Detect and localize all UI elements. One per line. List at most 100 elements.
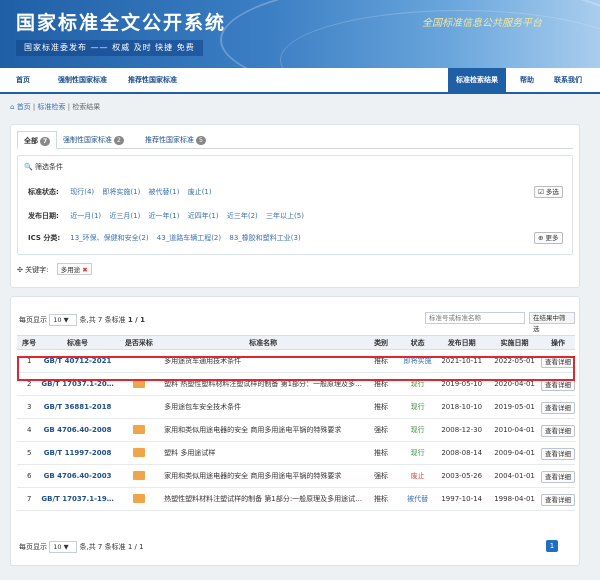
adopted-badge-icon: [132, 447, 145, 457]
page-size-select[interactable]: 10 ▼: [49, 541, 78, 553]
nav-search-results[interactable]: 标准检索结果: [448, 68, 506, 92]
row-index: 1: [17, 349, 42, 373]
view-detail-button[interactable]: 查看详细: [541, 448, 575, 460]
standard-code-link[interactable]: GB/T 17037.1-20…: [41, 380, 113, 388]
standard-code-link[interactable]: GB/T 17037.1-19…: [41, 495, 113, 503]
column-header[interactable]: 实施日期: [488, 335, 541, 350]
view-detail-button[interactable]: 查看详细: [541, 425, 575, 437]
standard-code-link[interactable]: GB 4706.40-2008: [44, 426, 112, 434]
standard-status: 现行: [399, 372, 436, 396]
standard-code-link[interactable]: GB/T 40712-2021: [44, 357, 112, 365]
filter-option[interactable]: 近一年(1): [149, 212, 180, 220]
nav-mandatory[interactable]: 强制性国家标准: [58, 68, 107, 92]
site-subtitle: 国家标准委发布 —— 权威 及时 快捷 免费: [16, 40, 203, 56]
adopted-cell: [113, 418, 165, 442]
standard-code-link[interactable]: GB 4706.40-2003: [44, 472, 112, 480]
column-header[interactable]: 标准号: [41, 335, 114, 350]
chevron-down-icon: ▼: [63, 316, 69, 324]
adopted-badge-icon: [132, 470, 145, 480]
page-size-select[interactable]: 10 ▼: [49, 314, 78, 326]
filter-option[interactable]: 现行(4): [70, 188, 94, 196]
filter-option[interactable]: 近一月(1): [70, 212, 101, 220]
results-panel: 每页显示 10 ▼ 条,共 7 条标准 1 / 1 在结果中筛选 序号 标准号 …: [10, 296, 580, 566]
keyword-label: 关键字:: [25, 266, 49, 274]
standard-status: 即将实施: [399, 349, 436, 373]
column-header[interactable]: 是否采标: [113, 335, 165, 350]
standard-code[interactable]: GB/T 36881-2018: [41, 395, 114, 419]
results-table: 序号 标准号 是否采标 标准名称 类别 状态 发布日期 实施日期 操作 1 GB/…: [17, 335, 575, 511]
view-detail-button[interactable]: 查看详细: [541, 356, 575, 368]
standard-type: 推标: [362, 372, 400, 396]
filter-heading: 🔍 筛选条件: [24, 162, 63, 172]
tab-label: 推荐性国家标准: [145, 136, 194, 144]
table-row: 3 GB/T 36881-2018 多用途包车安全技术条件 推标 现行 2018-10-1…: [17, 395, 575, 419]
view-detail-button[interactable]: 查看详细: [541, 402, 575, 414]
column-header[interactable]: 发布日期: [435, 335, 489, 350]
publish-date: 2021-10-11: [435, 349, 489, 373]
filter-option[interactable]: 即将实施(1): [102, 188, 140, 196]
standard-name: 塑料 热塑性塑料材料注塑试样的制备 第1部分：一般原理及多…: [164, 372, 363, 396]
breadcrumb-search[interactable]: 标准检索: [38, 103, 66, 111]
row-index: 5: [17, 441, 42, 465]
standard-type: 强标: [362, 418, 400, 442]
standard-code[interactable]: GB/T 17037.1-20…: [41, 372, 114, 396]
page-info: 1 / 1: [127, 543, 144, 551]
tab-mandatory[interactable]: 强制性国家标准 2: [57, 131, 130, 149]
standard-code[interactable]: GB/T 17037.1-19…: [41, 487, 114, 511]
column-header[interactable]: 类别: [362, 335, 400, 350]
implement-date: 2009-04-01: [488, 441, 541, 465]
standard-code-link[interactable]: GB/T 36881-2018: [44, 403, 112, 411]
pagination-current-page[interactable]: 1: [546, 540, 558, 552]
row-index: 3: [17, 395, 42, 419]
view-detail-button[interactable]: 查看详细: [541, 494, 575, 506]
keyword-value: 多用途: [60, 266, 81, 274]
implement-date: 2004-01-01: [488, 464, 541, 488]
column-header[interactable]: 标准名称: [164, 335, 363, 350]
column-header[interactable]: 状态: [399, 335, 436, 350]
breadcrumb-home[interactable]: 首页: [17, 103, 31, 111]
standard-code[interactable]: GB/T 40712-2021: [41, 349, 114, 373]
result-summary: 条,共 7 条标准: [79, 543, 126, 551]
nav-recommended[interactable]: 推荐性国家标准: [128, 68, 177, 92]
standard-code[interactable]: GB 4706.40-2008: [41, 418, 114, 442]
view-detail-cell: 查看详细: [541, 464, 575, 488]
filter-option[interactable]: 被代替(1): [149, 188, 180, 196]
filter-option[interactable]: 近三年(2): [227, 212, 258, 220]
adopted-badge-icon: [132, 493, 145, 503]
column-header: 序号: [17, 335, 42, 350]
filter-option[interactable]: 13_环保、保健和安全(2): [70, 234, 148, 242]
filter-option[interactable]: 近三月(1): [109, 212, 140, 220]
view-detail-button[interactable]: 查看详细: [541, 379, 575, 391]
standard-name: 塑料 多用途试样: [164, 441, 363, 465]
filter-option[interactable]: 废止(1): [188, 188, 212, 196]
table-body: 1 GB/T 40712-2021 多用途货车通用技术条件 推标 即将实施 2021-10…: [17, 349, 575, 511]
filter-option[interactable]: 43_道路车辆工程(2): [157, 234, 221, 242]
filter-in-results-button[interactable]: 在结果中筛选: [529, 312, 575, 333]
filter-option[interactable]: 近四年(1): [188, 212, 219, 220]
nav-contact[interactable]: 联系我们: [554, 68, 582, 92]
filter-row-date: 发布日期: 近一月(1) 近三月(1) 近一年(1) 近四年(1) 近三年(2)…: [28, 210, 310, 222]
filter-option[interactable]: 三年以上(5): [266, 212, 304, 220]
standard-code[interactable]: GB/T 11997-2008: [41, 441, 114, 465]
per-page-label: 每页显示: [19, 316, 47, 324]
nav-home[interactable]: 首页: [16, 68, 30, 92]
publish-date: 2018-10-10: [435, 395, 489, 419]
more-button[interactable]: ⊕ 更多: [534, 232, 563, 244]
close-icon[interactable]: ✖: [82, 266, 87, 274]
tab-all[interactable]: 全部 7: [17, 131, 58, 149]
nav-help[interactable]: 帮助: [520, 68, 534, 92]
checkbox-icon: ☑: [538, 188, 544, 196]
multi-select-button[interactable]: ☑ 多选: [534, 186, 563, 198]
gear-icon: ✣: [17, 266, 23, 274]
view-detail-button[interactable]: 查看详细: [541, 471, 575, 483]
implement-date: 2019-05-01: [488, 395, 541, 419]
tab-recommended[interactable]: 推荐性国家标准 5: [139, 131, 212, 149]
standard-status: 现行: [399, 418, 436, 442]
standard-type: 推标: [362, 441, 400, 465]
standard-code[interactable]: GB 4706.40-2003: [41, 464, 114, 488]
row-index: 2: [17, 372, 42, 396]
search-input[interactable]: [425, 312, 525, 324]
standard-code-link[interactable]: GB/T 11997-2008: [44, 449, 112, 457]
chevron-down-icon: ▼: [63, 543, 69, 551]
filter-option[interactable]: 83_橡胶和塑料工业(3): [229, 234, 300, 242]
